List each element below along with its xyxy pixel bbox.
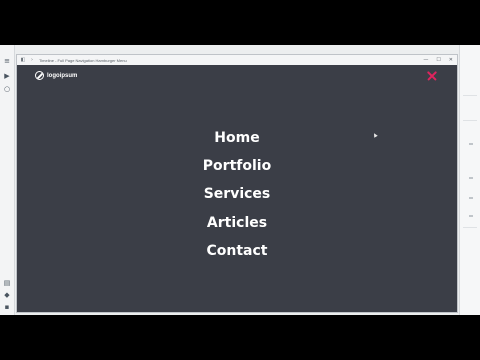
- nav-item-services[interactable]: Services: [17, 185, 457, 203]
- panel-divider: [463, 227, 477, 228]
- nav-item-home[interactable]: Home: [17, 129, 457, 147]
- nav-item-portfolio[interactable]: Portfolio: [17, 157, 457, 175]
- panel-divider: [463, 120, 477, 121]
- nav-item-contact[interactable]: Contact: [17, 242, 457, 260]
- app-icon: ◧: [20, 57, 26, 63]
- box-icon[interactable]: ▪: [3, 303, 11, 311]
- editor-right-panel: [459, 45, 480, 315]
- preview-window: ◧ › Timeline - Full Page Navigation Hamb…: [16, 54, 458, 313]
- maximize-button[interactable]: ☐: [436, 55, 440, 65]
- window-close-button[interactable]: ✕: [449, 55, 453, 65]
- window-controls: — ☐ ✕: [423, 55, 453, 65]
- panel-handle[interactable]: [469, 177, 473, 179]
- main-navigation: Home Portfolio Services Articles Contact: [17, 65, 457, 312]
- site-fullscreen-menu: logoipsum Home Portfolio Services Articl…: [17, 65, 457, 312]
- layers-icon[interactable]: ▤: [3, 279, 11, 287]
- play-icon[interactable]: ▶: [3, 72, 11, 80]
- window-title: Timeline - Full Page Navigation Hamburge…: [39, 57, 127, 63]
- search-icon[interactable]: ○: [3, 85, 11, 93]
- desktop-screen: ≡ ▶ ○ ▤ ◆ ▪ ◧ › Timeline - Full Page Nav…: [0, 45, 480, 315]
- panel-handle[interactable]: [469, 215, 473, 217]
- chevron-down-icon[interactable]: ›: [29, 57, 35, 63]
- minimize-button[interactable]: —: [423, 55, 428, 65]
- menu-icon[interactable]: ≡: [3, 57, 11, 65]
- panel-handle[interactable]: [469, 143, 473, 145]
- panel-handle[interactable]: [469, 197, 473, 199]
- panel-divider: [463, 95, 477, 96]
- nav-item-articles[interactable]: Articles: [17, 214, 457, 232]
- editor-left-toolbar: ≡ ▶ ○ ▤ ◆ ▪: [0, 45, 15, 315]
- stack-icon[interactable]: ◆: [3, 291, 11, 299]
